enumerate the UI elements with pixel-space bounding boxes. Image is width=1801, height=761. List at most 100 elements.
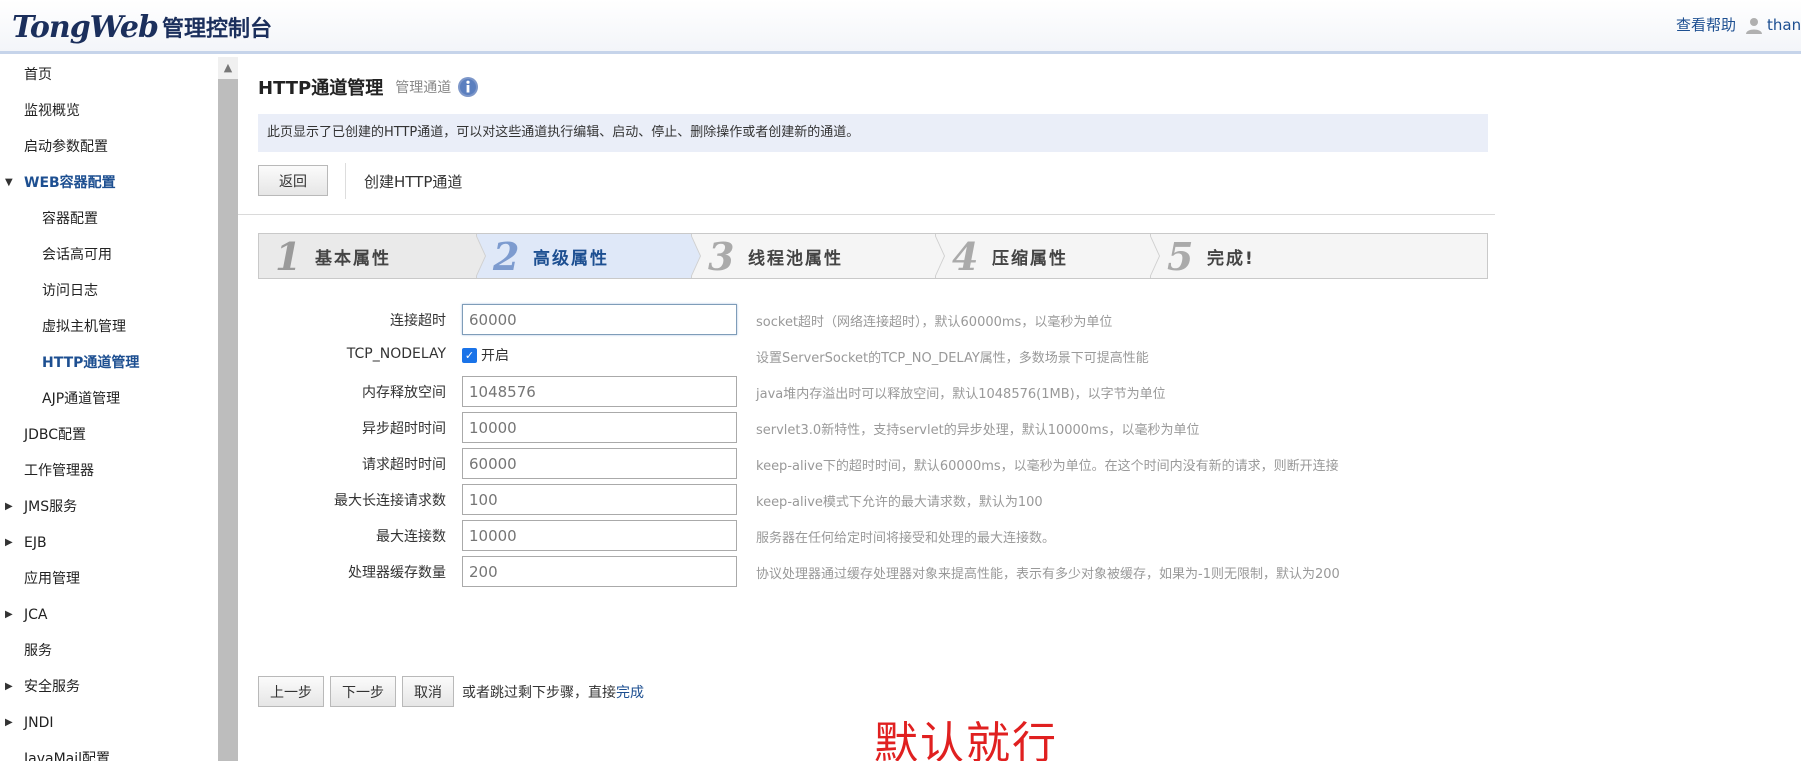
logo-subtitle: 管理控制台 [162, 17, 273, 42]
max-connections-input[interactable] [462, 520, 737, 551]
sidebar-item-jms[interactable]: ▶ JMS服务 [0, 489, 218, 525]
step-arrow-icon [690, 234, 701, 278]
step-label: 高级属性 [533, 248, 609, 269]
sidebar-item-security[interactable]: ▶ 安全服务 [0, 669, 218, 705]
sidebar-item-virtual-host[interactable]: 虚拟主机管理 [0, 309, 218, 345]
field-hint: socket超时（网络连接超时），默认60000ms，以毫秒为单位 [756, 315, 1113, 330]
step-finish[interactable]: 5 完成! [1150, 233, 1487, 279]
field-label: 请求超时时间 [362, 457, 446, 473]
field-label: TCP_NODELAY [346, 346, 446, 362]
step-basic[interactable]: 1 基本属性 [259, 233, 486, 279]
sidebar-item-label: 服务 [24, 643, 52, 659]
sidebar-item-jca[interactable]: ▶ JCA [0, 597, 218, 633]
max-keepalive-requests-input[interactable] [462, 484, 737, 515]
step-number: 5 [1167, 233, 1194, 279]
sidebar-item-session-ha[interactable]: 会话高可用 [0, 237, 218, 273]
expanded-arrow-icon: ▼ [5, 177, 13, 188]
sidebar-item-label: 访问日志 [42, 283, 98, 299]
sidebar-item-label: 首页 [24, 67, 52, 83]
back-button[interactable]: 返回 [258, 165, 328, 196]
sidebar-item-services[interactable]: 服务 [0, 633, 218, 669]
field-hint: 服务器在任何给定时间将接受和处理的最大连接数。 [756, 531, 1056, 546]
page-title-row: HTTP通道管理 管理通道 [258, 74, 479, 100]
sidebar-item-label: AJP通道管理 [42, 391, 121, 407]
sidebar-item-app-management[interactable]: 应用管理 [0, 561, 218, 597]
sidebar-item-javamail[interactable]: JavaMail配置 [0, 741, 218, 761]
step-label: 基本属性 [315, 248, 391, 269]
request-timeout-input[interactable] [462, 448, 737, 479]
form-row-max-keepalive: 最大长连接请求数 keep-alive模式下允许的最大请求数，默认为100 [238, 481, 1638, 517]
step-arrow-icon [934, 234, 945, 278]
page-title: HTTP通道管理 [258, 78, 384, 99]
step-advanced[interactable]: 2 高级属性 [476, 233, 701, 279]
async-timeout-input[interactable] [462, 412, 737, 443]
finish-link[interactable]: 完成 [616, 682, 644, 702]
sidebar-item-label: 虚拟主机管理 [42, 319, 126, 335]
sidebar-item-ejb[interactable]: ▶ EJB [0, 525, 218, 561]
scroll-up-arrow-icon[interactable]: ▲ [218, 57, 238, 79]
sidebar-item-web-container[interactable]: ▼ WEB容器配置 [0, 165, 218, 201]
field-label: 最大长连接请求数 [334, 493, 446, 509]
page-subtitle: 管理通道 [395, 80, 452, 96]
sidebar-item-home[interactable]: 首页 [0, 57, 218, 93]
field-hint: 设置ServerSocket的TCP_NO_DELAY属性，多数场景下可提高性能 [756, 351, 1149, 366]
collapsed-arrow-icon: ▶ [5, 537, 13, 548]
form-row-tcp-nodelay: TCP_NODELAY ✓ 开启 设置ServerSocket的TCP_NO_D… [238, 337, 1638, 373]
checkbox-label[interactable]: 开启 [481, 345, 509, 365]
processor-cache-input[interactable] [462, 556, 737, 587]
sidebar-nav: 首页 监视概览 启动参数配置 ▼ WEB容器配置 容器配置 会话高可用 访问日志 … [0, 57, 218, 761]
step-number: 2 [493, 233, 520, 279]
step-number: 1 [275, 233, 302, 279]
connection-timeout-input[interactable] [462, 304, 737, 335]
cancel-button[interactable]: 取消 [402, 676, 454, 707]
sidebar-item-label: JCA [24, 607, 48, 623]
next-step-button[interactable]: 下一步 [330, 676, 396, 707]
sidebar-scrollbar[interactable] [218, 57, 238, 761]
sidebar-item-label: 安全服务 [24, 679, 80, 695]
field-label: 最大连接数 [376, 529, 446, 545]
help-link[interactable]: 查看帮助 [1676, 14, 1736, 35]
top-header: TongWeb 管理控制台 查看帮助 thanc [0, 0, 1801, 54]
sidebar-item-container-config[interactable]: 容器配置 [0, 201, 218, 237]
field-hint: 协议处理器通过缓存处理器对象来提高性能，表示有多少对象被缓存，如果为-1则无限制… [756, 567, 1340, 582]
step-number: 4 [952, 233, 979, 279]
sidebar-item-label: 会话高可用 [42, 247, 112, 263]
step-number: 3 [708, 233, 735, 279]
sidebar-item-jndi[interactable]: ▶ JNDI [0, 705, 218, 741]
memory-release-input[interactable] [462, 376, 737, 407]
red-annotation: 默认就行 [874, 718, 1058, 761]
step-arrow-icon [475, 234, 486, 278]
divider [345, 163, 346, 199]
divider [238, 214, 1495, 215]
field-hint: java堆内存溢出时可以释放空间，默认1048576(1MB)，以字节为单位 [756, 387, 1166, 402]
sidebar-item-label: 监视概览 [24, 103, 80, 119]
step-compression[interactable]: 4 压缩属性 [935, 233, 1160, 279]
form-row-memory-release: 内存释放空间 java堆内存溢出时可以释放空间，默认1048576(1MB)，以… [238, 373, 1638, 409]
sidebar-item-work-manager[interactable]: 工作管理器 [0, 453, 218, 489]
sidebar-item-startup-params[interactable]: 启动参数配置 [0, 129, 218, 165]
sidebar-item-access-log[interactable]: 访问日志 [0, 273, 218, 309]
sidebar-item-label: JNDI [24, 715, 54, 731]
collapsed-arrow-icon: ▶ [5, 501, 13, 512]
tcp-nodelay-checkbox[interactable]: ✓ [462, 347, 477, 363]
page-description: 此页显示了已创建的HTTP通道，可以对这些通道执行编辑、启动、停止、删除操作或者… [258, 114, 1488, 152]
logo-brand: TongWeb [12, 9, 159, 45]
step-label: 完成! [1207, 248, 1255, 269]
step-thread-pool[interactable]: 3 线程池属性 [691, 233, 945, 279]
form-row-connection-timeout: 连接超时 socket超时（网络连接超时），默认60000ms，以毫秒为单位 [238, 301, 1638, 337]
info-icon[interactable] [457, 76, 479, 98]
step-arrow-icon [1149, 234, 1160, 278]
prev-step-button[interactable]: 上一步 [258, 676, 324, 707]
sidebar-item-label: JavaMail配置 [24, 751, 111, 761]
sidebar-item-jdbc[interactable]: JDBC配置 [0, 417, 218, 453]
sidebar-item-ajp-channel[interactable]: AJP通道管理 [0, 381, 218, 417]
sidebar-item-label: HTTP通道管理 [42, 355, 140, 371]
advanced-properties-form: 连接超时 socket超时（网络连接超时），默认60000ms，以毫秒为单位 T… [238, 301, 1638, 589]
form-row-async-timeout: 异步超时时间 servlet3.0新特性，支持servlet的异步处理，默认10… [238, 409, 1638, 445]
step-label: 压缩属性 [992, 248, 1068, 269]
sidebar-item-monitor[interactable]: 监视概览 [0, 93, 218, 129]
sidebar-item-http-channel[interactable]: HTTP通道管理 [0, 345, 218, 381]
tcp-nodelay-checkbox-group[interactable]: ✓ 开启 [462, 345, 509, 365]
sidebar-item-label: JDBC配置 [24, 427, 87, 443]
user-name[interactable]: thanc [1767, 16, 1801, 34]
